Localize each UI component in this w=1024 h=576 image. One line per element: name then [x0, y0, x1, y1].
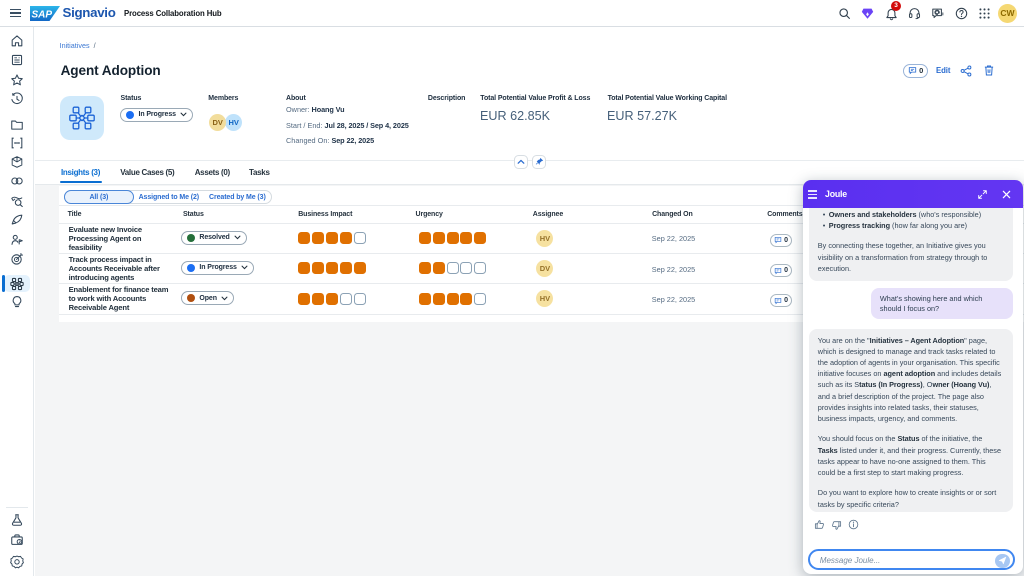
- svg-text:SAP: SAP: [32, 9, 53, 20]
